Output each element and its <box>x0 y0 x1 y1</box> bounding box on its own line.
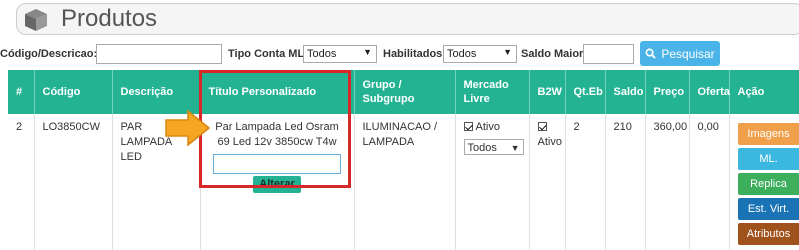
page-title: Produtos <box>61 5 158 32</box>
ml-status-select[interactable]: Todos ▼ <box>463 139 524 155</box>
col-preco: Preço <box>645 70 690 114</box>
table-header-row: # Código Descrição Título Personalizado … <box>8 70 799 114</box>
cell-acao: Imagens ML. Replica Est. Virt. Atributos <box>729 114 799 250</box>
tipo-conta-select[interactable]: Todos ▼ <box>303 45 377 63</box>
tipo-conta-label: Tipo Conta ML: <box>228 48 308 60</box>
codigo-label: Código/Descricao: <box>0 48 98 60</box>
pesquisar-label: Pesquisar <box>661 46 715 61</box>
habilitados-label: Habilitados: <box>383 48 446 60</box>
pesquisar-button[interactable]: Pesquisar <box>640 41 720 66</box>
cell-grupo: ILUMINACAO / LAMPADA <box>354 114 456 250</box>
arrow-right-icon <box>165 109 211 147</box>
cell-codigo: LO3850CW <box>34 114 113 250</box>
col-acao: Ação <box>729 70 799 114</box>
col-b2w: B2W <box>529 70 566 114</box>
col-grupo: Grupo / Subgrupo <box>354 70 456 114</box>
atributos-button[interactable]: Atributos <box>737 223 799 245</box>
imagens-button[interactable]: Imagens <box>737 123 799 145</box>
b2w-ativo-checkbox[interactable] <box>537 122 547 131</box>
col-codigo: Código <box>34 70 113 114</box>
chevron-down-icon: ▼ <box>503 47 512 57</box>
habilitados-value: Todos <box>447 48 477 60</box>
ml-status-value: Todos <box>467 142 497 154</box>
col-qteb: Qt.Eb <box>565 70 606 114</box>
habilitados-select[interactable]: Todos ▼ <box>443 45 517 63</box>
ml-button[interactable]: ML. <box>737 148 799 170</box>
ml-ativo-label: Ativo <box>475 121 500 133</box>
saldo-maior-input[interactable] <box>583 44 634 64</box>
tipo-conta-value: Todos <box>307 48 337 60</box>
col-mercado-livre: Mercado Livre <box>455 70 530 114</box>
replica-button[interactable]: Replica <box>737 173 799 195</box>
cell-qteb: 2 <box>565 114 606 250</box>
col-num: # <box>8 70 35 114</box>
chevron-down-icon: ▼ <box>363 47 372 57</box>
cell-saldo: 210 <box>605 114 646 250</box>
table-row: 2 LO3850CW PAR LAMPADA LED Par Lampada L… <box>8 114 799 250</box>
saldo-maior-label: Saldo Maior: <box>521 48 588 60</box>
cell-preco: 360,00 <box>645 114 690 250</box>
cell-b2w: Ativo <box>529 114 566 250</box>
col-oferta: Oferta <box>689 70 730 114</box>
ml-ativo-checkbox[interactable] <box>463 122 473 131</box>
est-virt-button[interactable]: Est. Virt. <box>737 198 799 220</box>
codigo-input[interactable] <box>96 44 222 64</box>
titulo-highlight-frame <box>199 70 351 188</box>
cell-num: 2 <box>8 114 35 250</box>
col-saldo: Saldo <box>605 70 646 114</box>
cube-icon <box>25 9 47 31</box>
cell-oferta: 0,00 <box>689 114 730 250</box>
b2w-ativo-label: Ativo <box>537 136 562 148</box>
products-table: # Código Descrição Título Personalizado … <box>8 70 799 250</box>
page-header: Produtos <box>16 3 799 35</box>
cell-mercado-livre: Ativo Todos ▼ <box>455 114 530 250</box>
search-icon <box>645 48 657 59</box>
chevron-down-icon: ▼ <box>510 143 520 153</box>
filter-bar: Código/Descricao: Tipo Conta ML: Todos ▼… <box>0 40 799 68</box>
